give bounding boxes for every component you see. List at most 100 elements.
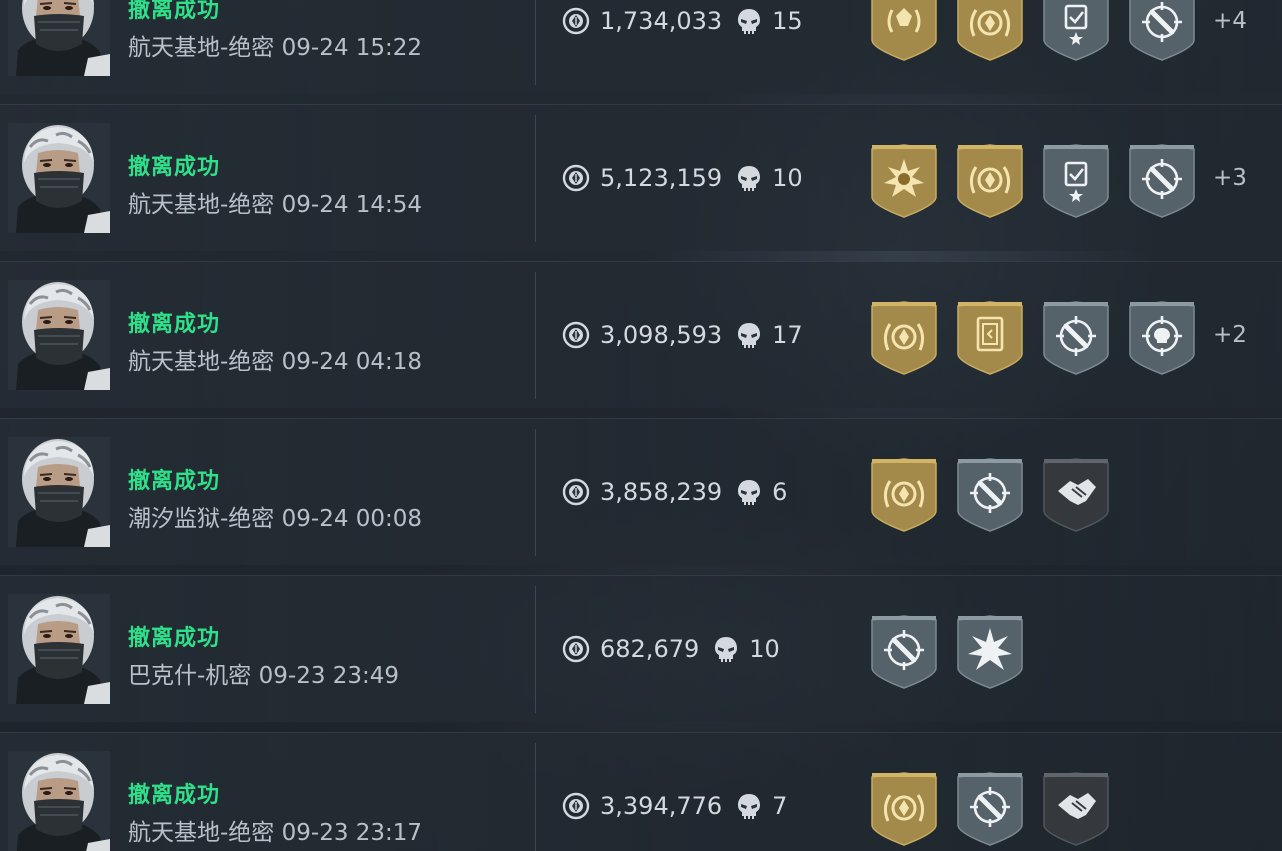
extraction-status: 撤离成功 — [128, 783, 221, 808]
achievement-badges — [870, 0, 1214, 62]
row-divider — [535, 743, 536, 851]
crosshair-bullet-icon[interactable] — [1128, 0, 1196, 62]
currency-icon — [562, 164, 590, 192]
match-time: 09-24 04:18 — [281, 349, 423, 375]
achievement-badges — [870, 457, 1128, 533]
match-meta: 航天基地-绝密 09-24 15:22 — [128, 28, 422, 62]
card-star-icon[interactable] — [1042, 143, 1110, 219]
skull-icon — [713, 635, 739, 663]
operator-avatar — [8, 0, 110, 76]
extraction-status: 撤离成功 — [128, 469, 221, 494]
loot-value: 1,734,033 — [600, 7, 723, 35]
achievement-badges — [870, 143, 1214, 219]
match-time: 09-23 23:17 — [281, 820, 423, 846]
loot-stats: 1,734,033 15 — [562, 6, 803, 36]
currency-icon — [562, 635, 590, 663]
kill-count: 7 — [772, 792, 788, 820]
kill-count: 6 — [772, 478, 788, 506]
crosshair-bullet-icon[interactable] — [956, 457, 1024, 533]
skull-icon — [736, 7, 762, 35]
match-time: 09-24 15:22 — [281, 35, 423, 61]
burst-icon[interactable] — [956, 614, 1024, 690]
loot-stats: 3,098,593 17 — [562, 320, 803, 350]
map-name: 航天基地-绝密 — [128, 35, 275, 61]
match-record-row[interactable]: 撤离成功 航天基地-绝密 09-24 15:22 1,734,033 15 +4 — [0, 0, 1282, 94]
coin-laurel-icon[interactable] — [956, 143, 1024, 219]
row-divider — [535, 586, 536, 713]
coin-laurel-icon[interactable] — [870, 457, 938, 533]
match-time: 09-23 23:49 — [258, 663, 400, 689]
row-divider — [535, 429, 536, 556]
match-record-row[interactable]: 撤离成功 航天基地-绝密 09-24 14:54 5,123,159 10 +3 — [0, 104, 1282, 251]
match-meta: 潮汐监狱-绝密 09-24 00:08 — [128, 499, 422, 533]
row-divider — [535, 115, 536, 242]
match-meta: 航天基地-绝密 09-23 23:17 — [128, 813, 422, 847]
map-name: 航天基地-绝密 — [128, 192, 275, 218]
coin-laurel-icon[interactable] — [870, 771, 938, 847]
achievement-badges — [870, 771, 1128, 847]
skull-icon — [736, 164, 762, 192]
more-badges-count[interactable]: +3 — [1213, 165, 1247, 191]
burst-skull-icon[interactable] — [870, 143, 938, 219]
map-name: 潮汐监狱-绝密 — [128, 506, 275, 532]
match-record-row[interactable]: 撤离成功潮汐监狱-绝密 09-24 00:08 3,858,239 6 — [0, 418, 1282, 565]
operator-avatar — [8, 437, 110, 547]
crosshair-bullet-icon[interactable] — [870, 614, 938, 690]
loot-stats: 3,858,239 6 — [562, 477, 787, 507]
laurel-crest-icon[interactable] — [870, 0, 938, 62]
match-history-list: 撤离成功 航天基地-绝密 09-24 15:22 1,734,033 15 +4… — [0, 0, 1282, 851]
card-star-icon[interactable] — [1042, 0, 1110, 62]
map-name: 航天基地-绝密 — [128, 349, 275, 375]
operator-avatar — [8, 123, 110, 233]
kill-count: 15 — [772, 7, 803, 35]
map-name: 航天基地-绝密 — [128, 820, 275, 846]
match-time: 09-24 14:54 — [281, 192, 423, 218]
match-meta: 航天基地-绝密 09-24 04:18 — [128, 342, 422, 376]
handshake-icon[interactable] — [1042, 457, 1110, 533]
operator-avatar — [8, 280, 110, 390]
match-record-row[interactable]: 撤离成功 巴克什-机密 09-23 23:49 682,679 10 — [0, 575, 1282, 722]
currency-icon — [562, 478, 590, 506]
extraction-status: 撤离成功 — [128, 0, 221, 23]
kill-count: 17 — [772, 321, 803, 349]
achievement-badges — [870, 300, 1214, 376]
match-time: 09-24 00:08 — [281, 506, 423, 532]
crosshair-bullet-icon[interactable] — [1042, 300, 1110, 376]
operator-avatar — [8, 594, 110, 704]
match-record-row[interactable]: 撤离成功 航天基地-绝密 09-24 04:18 3,098,593 17 +2 — [0, 261, 1282, 408]
match-meta: 航天基地-绝密 09-24 14:54 — [128, 185, 422, 219]
operator-avatar — [8, 751, 110, 851]
loot-stats: 3,394,776 7 — [562, 791, 787, 821]
extraction-status: 撤离成功 — [128, 312, 221, 337]
crosshair-skull-icon[interactable] — [1128, 300, 1196, 376]
card-frame-icon[interactable] — [956, 300, 1024, 376]
row-divider — [535, 272, 536, 399]
loot-value: 3,394,776 — [600, 792, 723, 820]
kill-count: 10 — [772, 164, 803, 192]
row-divider — [535, 0, 536, 85]
handshake-icon[interactable] — [1042, 771, 1110, 847]
match-meta: 巴克什-机密 09-23 23:49 — [128, 656, 399, 690]
currency-icon — [562, 321, 590, 349]
loot-stats: 5,123,159 10 — [562, 163, 803, 193]
loot-stats: 682,679 10 — [562, 634, 780, 664]
match-record-row[interactable]: 撤离成功航天基地-绝密 09-23 23:17 3,394,776 7 — [0, 732, 1282, 851]
skull-icon — [736, 792, 762, 820]
kill-count: 10 — [749, 635, 780, 663]
currency-icon — [562, 792, 590, 820]
extraction-status: 撤离成功 — [128, 155, 221, 180]
more-badges-count[interactable]: +4 — [1213, 8, 1247, 34]
coin-laurel-icon[interactable] — [870, 300, 938, 376]
skull-icon — [736, 478, 762, 506]
loot-value: 3,858,239 — [600, 478, 723, 506]
crosshair-bullet-icon[interactable] — [1128, 143, 1196, 219]
coin-laurel-icon[interactable] — [956, 0, 1024, 62]
loot-value: 5,123,159 — [600, 164, 723, 192]
skull-icon — [736, 321, 762, 349]
map-name: 巴克什-机密 — [128, 663, 252, 689]
loot-value: 682,679 — [600, 635, 700, 663]
crosshair-bullet-icon[interactable] — [956, 771, 1024, 847]
loot-value: 3,098,593 — [600, 321, 723, 349]
achievement-badges — [870, 614, 1042, 690]
more-badges-count[interactable]: +2 — [1213, 322, 1247, 348]
